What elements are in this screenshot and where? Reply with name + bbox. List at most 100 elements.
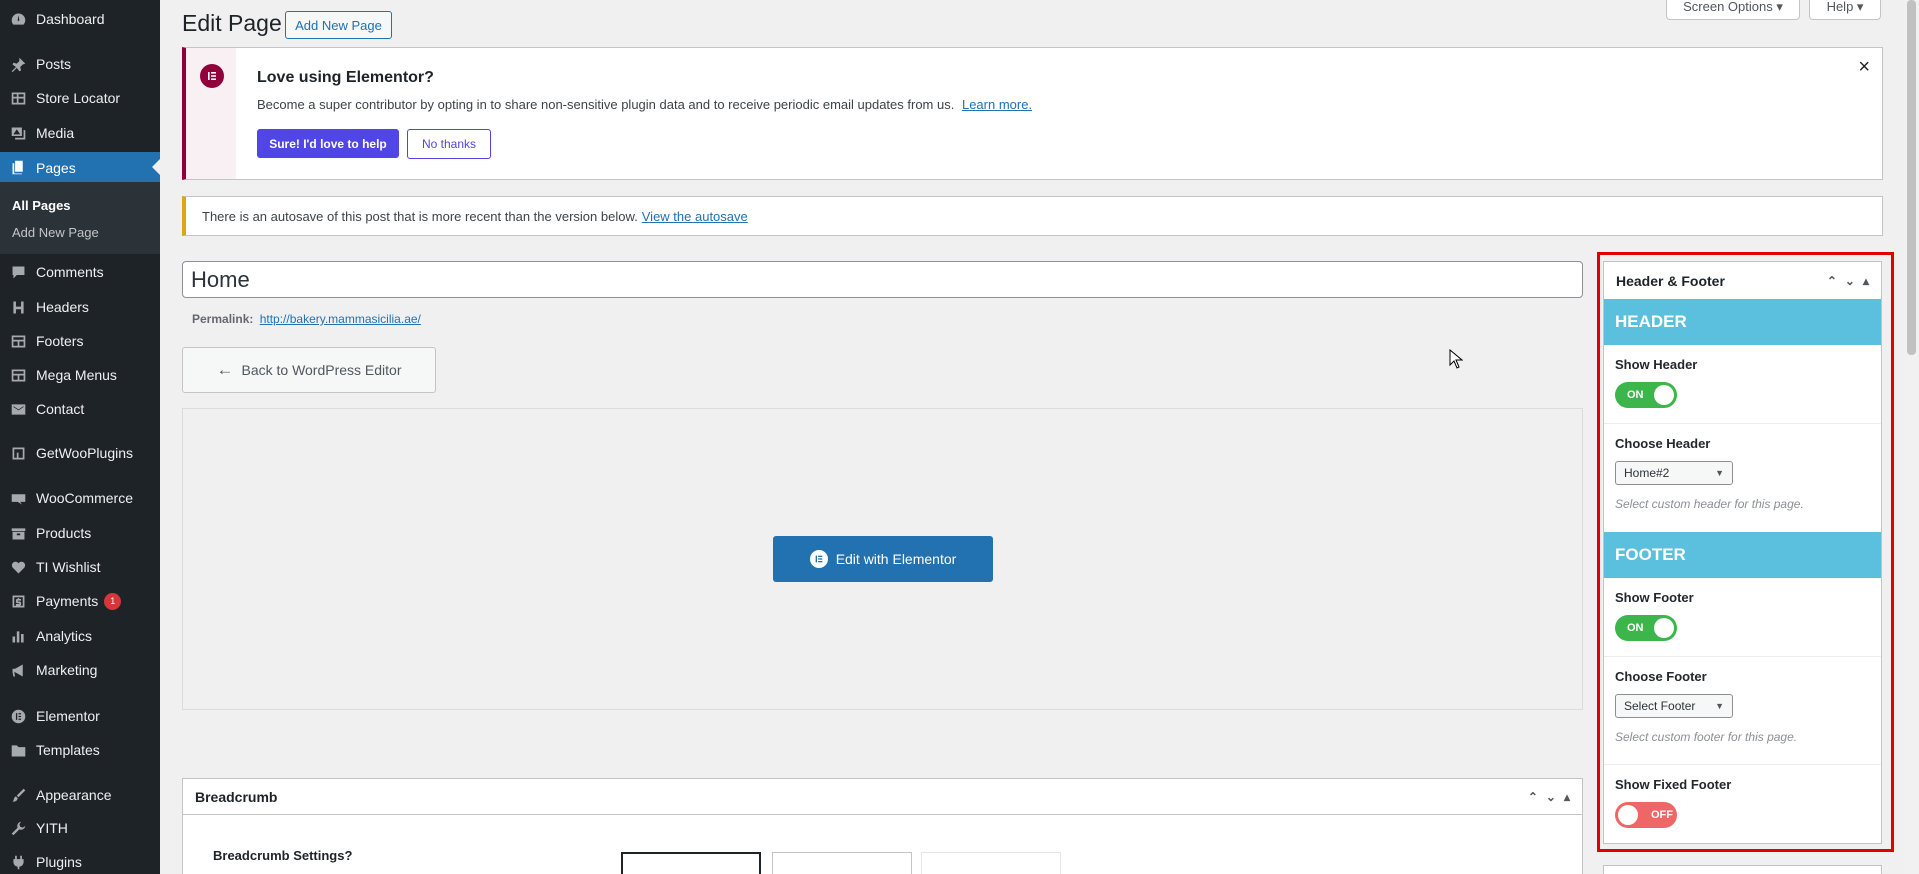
no-thanks-button[interactable]: No thanks: [407, 129, 491, 159]
help-button[interactable]: Help ▾: [1809, 0, 1881, 20]
add-new-page-button[interactable]: Add New Page: [285, 11, 392, 39]
sidebar-item-appearance[interactable]: Appearance: [0, 780, 160, 810]
permalink-label: Permalink:: [192, 312, 254, 326]
elementor-notice: Love using Elementor? Become a super con…: [182, 47, 1883, 180]
show-header-label: Show Header: [1615, 357, 1698, 372]
move-up-icon[interactable]: ⌃: [1528, 790, 1538, 804]
sidebar-item-getwooplugins[interactable]: GetWooPlugins: [0, 438, 160, 468]
scrollbar-thumb[interactable]: [1907, 0, 1916, 355]
choose-footer-select[interactable]: Select Footer ▼: [1615, 694, 1733, 718]
mouse-cursor-icon: [1449, 349, 1463, 369]
collapse-toggle-icon[interactable]: ▴: [1564, 790, 1570, 804]
footer-section-title: FOOTER: [1604, 532, 1881, 578]
move-down-icon[interactable]: ⌄: [1845, 274, 1855, 288]
fixed-footer-label: Show Fixed Footer: [1615, 777, 1732, 792]
fixed-footer-toggle[interactable]: OFF: [1615, 802, 1677, 828]
admin-sidebar: Dashboard Posts Store Locator Media Page…: [0, 0, 160, 874]
move-down-icon[interactable]: ⌄: [1546, 790, 1556, 804]
opt-in-button[interactable]: Sure! I'd love to help: [257, 129, 399, 158]
elementor-icon: [809, 550, 828, 568]
toggle-state: ON: [1627, 622, 1644, 634]
screen-options-button[interactable]: Screen Options ▾: [1666, 0, 1800, 20]
sidebar-item-label: TI Wishlist: [36, 559, 101, 575]
sidebar-item-label: Analytics: [36, 628, 93, 644]
dollar-icon: [0, 593, 36, 610]
choose-footer-field: Choose Footer Select Footer ▼ Select cus…: [1604, 657, 1881, 765]
sidebar-item-woocommerce[interactable]: WooCommerce: [0, 483, 160, 513]
sidebar-item-label: Headers: [36, 299, 89, 315]
breadcrumb-option-3[interactable]: [921, 852, 1061, 874]
view-autosave-link[interactable]: View the autosave: [642, 209, 748, 224]
learn-more-link[interactable]: Learn more.: [962, 97, 1032, 112]
sidebar-item-posts[interactable]: Posts: [0, 49, 160, 79]
box-icon: [0, 525, 36, 542]
panel-order-controls: ⌃ ⌄ ▴: [1827, 274, 1869, 288]
back-to-wordpress-editor-button[interactable]: ← Back to WordPress Editor: [182, 347, 436, 393]
arrow-left-icon: ←: [216, 360, 234, 379]
show-footer-toggle[interactable]: ON: [1615, 615, 1677, 641]
fixed-footer-field: Show Fixed Footer OFF: [1604, 765, 1881, 845]
edit-with-elementor-button[interactable]: Edit with Elementor: [773, 536, 993, 582]
permalink-link[interactable]: http://bakery.mammasicilia.ae/: [260, 312, 421, 326]
notice-text: Become a super contributor by opting in …: [257, 97, 955, 112]
autosave-text: There is an autosave of this post that i…: [202, 208, 638, 224]
breadcrumb-panel-title: Breadcrumb: [195, 788, 278, 805]
scrollbar-track[interactable]: [1904, 0, 1919, 874]
sidebar-item-mega-menus[interactable]: Mega Menus: [0, 360, 160, 390]
sidebar-item-footers[interactable]: Footers: [0, 326, 160, 356]
elementor-icon: [0, 708, 36, 725]
elementor-editor-area: Edit with Elementor: [182, 408, 1583, 710]
post-title-input[interactable]: [182, 261, 1583, 298]
sidebar-item-dashboard[interactable]: Dashboard: [0, 4, 160, 34]
choose-header-select[interactable]: Home#2 ▼: [1615, 461, 1733, 485]
sidebar-item-analytics[interactable]: Analytics: [0, 621, 160, 651]
sidebar-item-ti-wishlist[interactable]: TI Wishlist: [0, 552, 160, 582]
collapse-toggle-icon[interactable]: ▴: [1863, 274, 1869, 288]
megaphone-icon: [0, 662, 36, 679]
toggle-knob: [1618, 805, 1638, 825]
sidebar-item-headers[interactable]: Headers: [0, 292, 160, 322]
sidebar-item-products[interactable]: Products: [0, 518, 160, 548]
choose-footer-label: Choose Footer: [1615, 669, 1707, 684]
sidebar-item-contact[interactable]: Contact: [0, 394, 160, 424]
breadcrumb-option-2[interactable]: [772, 852, 912, 874]
header-section-title: HEADER: [1604, 299, 1881, 345]
elementor-logo-icon: [200, 64, 224, 88]
sidebar-item-marketing[interactable]: Marketing: [0, 655, 160, 685]
breadcrumb-settings-label: Breadcrumb Settings?: [213, 848, 353, 863]
sidebar-item-templates[interactable]: Templates: [0, 735, 160, 765]
sidebar-item-label: YITH: [36, 820, 68, 836]
sidebar-item-label: Plugins: [36, 854, 82, 870]
show-header-toggle[interactable]: ON: [1615, 382, 1677, 408]
plugin-icon: [0, 445, 36, 462]
bar-chart-icon: [0, 628, 36, 645]
sidebar-item-label: GetWooPlugins: [36, 445, 134, 461]
sidebar-item-label: Pages: [36, 159, 76, 176]
sidebar-item-comments[interactable]: Comments: [0, 257, 160, 287]
sidebar-item-plugins[interactable]: Plugins: [0, 847, 160, 874]
sidebar-item-elementor[interactable]: Elementor: [0, 701, 160, 731]
submenu-all-pages[interactable]: All Pages: [12, 198, 71, 213]
comment-icon: [0, 264, 36, 281]
payments-count-badge: 1: [104, 592, 122, 610]
grid-icon: [0, 333, 36, 350]
sidebar-item-store-locator[interactable]: Store Locator: [0, 83, 160, 113]
sidebar-item-payments[interactable]: Payments 1: [0, 586, 160, 616]
sidebar-item-label: Comments: [36, 264, 104, 280]
toggle-knob: [1654, 385, 1674, 405]
pages-icon: [0, 159, 36, 176]
choose-header-field: Choose Header Home#2 ▼ Select custom hea…: [1604, 424, 1881, 532]
pin-icon: [0, 56, 36, 73]
sidebar-item-pages[interactable]: Pages: [0, 152, 160, 183]
submenu-add-new-page[interactable]: Add New Page: [12, 225, 99, 240]
move-up-icon[interactable]: ⌃: [1827, 274, 1837, 288]
sidebar-item-media[interactable]: Media: [0, 118, 160, 148]
sidebar-item-label: Footers: [36, 333, 84, 349]
panel-order-controls: ⌃ ⌄ ▴: [1528, 790, 1570, 804]
header-footer-panel: Header & Footer ⌃ ⌄ ▴ HEADER Show Header…: [1603, 261, 1882, 844]
close-icon[interactable]: ×: [1858, 56, 1870, 79]
sidebar-item-label: Store Locator: [36, 90, 121, 106]
mail-icon: [0, 401, 36, 418]
sidebar-item-yith[interactable]: YITH: [0, 813, 160, 843]
breadcrumb-option-1[interactable]: [621, 852, 761, 874]
